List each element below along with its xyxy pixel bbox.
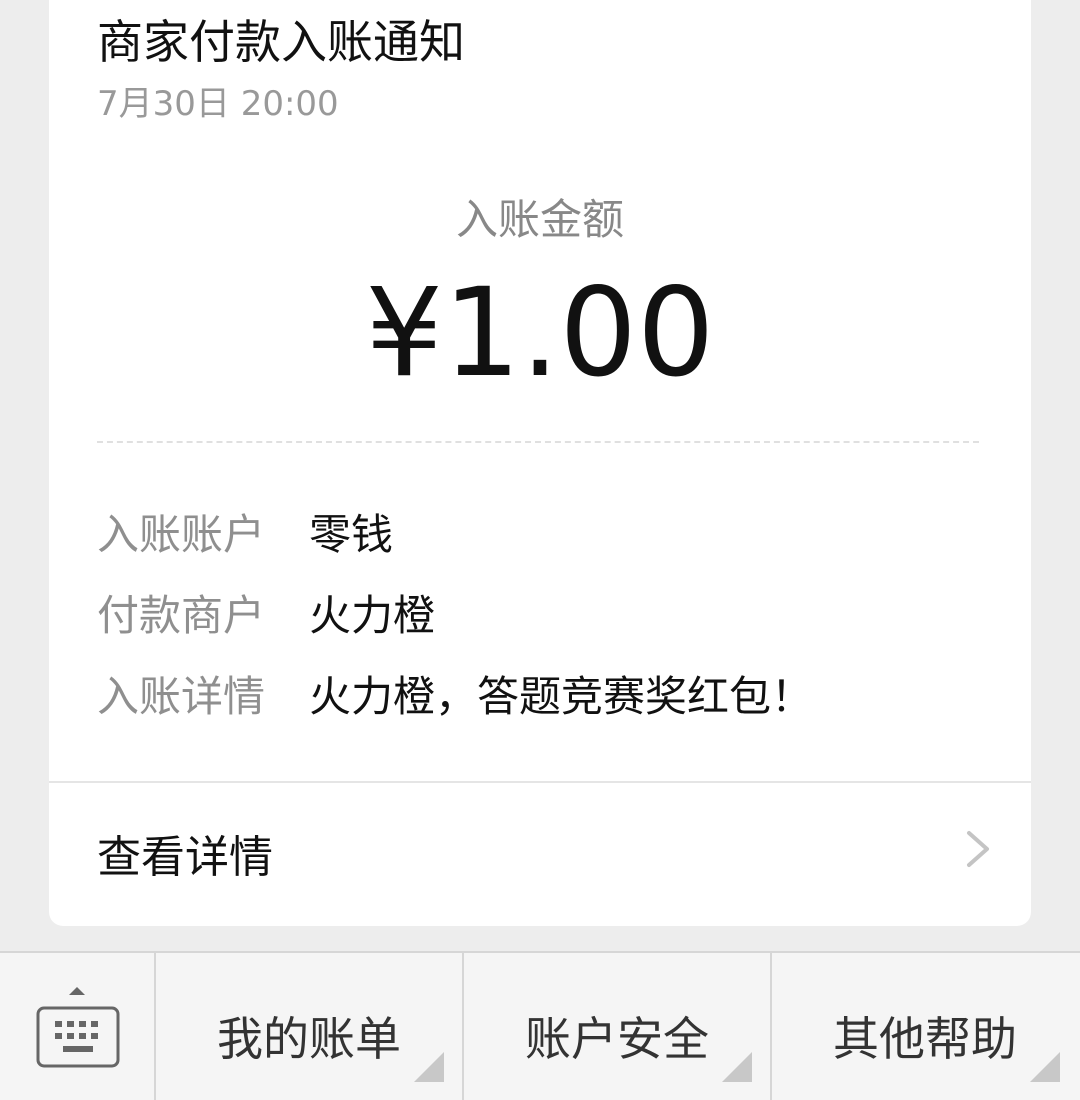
notification-time: 7月30日 20:00 (97, 84, 339, 124)
submenu-indicator-icon (1030, 1052, 1060, 1082)
keyboard-toggle-button[interactable] (0, 953, 154, 1100)
menu-other-help[interactable]: 其他帮助 (770, 953, 1078, 1100)
detail-key: 付款商户 (97, 591, 266, 640)
view-details-label: 查看详情 (97, 832, 273, 883)
detail-value: 火力橙，答题竞赛奖红包！ (309, 672, 814, 721)
dashed-divider (97, 441, 979, 443)
submenu-indicator-icon (722, 1052, 752, 1082)
bottom-menu-bar: 我的账单 账户安全 其他帮助 (0, 951, 1080, 1100)
keyboard-icon (36, 987, 120, 1068)
submenu-indicator-icon (414, 1052, 444, 1082)
detail-row-description: 入账详情 火力橙，答题竞赛奖红包！ (97, 663, 813, 723)
menu-account-security[interactable]: 账户安全 (462, 953, 770, 1100)
notification-card: 商家付款入账通知 7月30日 20:00 入账金额 ¥1.00 入账账户 零钱 付… (49, 0, 1031, 926)
notification-title: 商家付款入账通知 (97, 15, 465, 69)
detail-row-account: 入账账户 零钱 (97, 501, 393, 561)
amount-label: 入账金额 (455, 195, 624, 244)
detail-value: 火力橙 (309, 591, 436, 640)
detail-key: 入账账户 (97, 510, 266, 559)
menu-my-bills[interactable]: 我的账单 (154, 953, 462, 1100)
amount-value: ¥1.00 (365, 262, 715, 404)
detail-key: 入账详情 (97, 672, 266, 721)
detail-value: 零钱 (309, 510, 394, 559)
chevron-right-icon (967, 831, 989, 867)
view-details-link[interactable]: 查看详情 (49, 783, 1031, 923)
detail-row-merchant: 付款商户 火力橙 (97, 582, 435, 642)
